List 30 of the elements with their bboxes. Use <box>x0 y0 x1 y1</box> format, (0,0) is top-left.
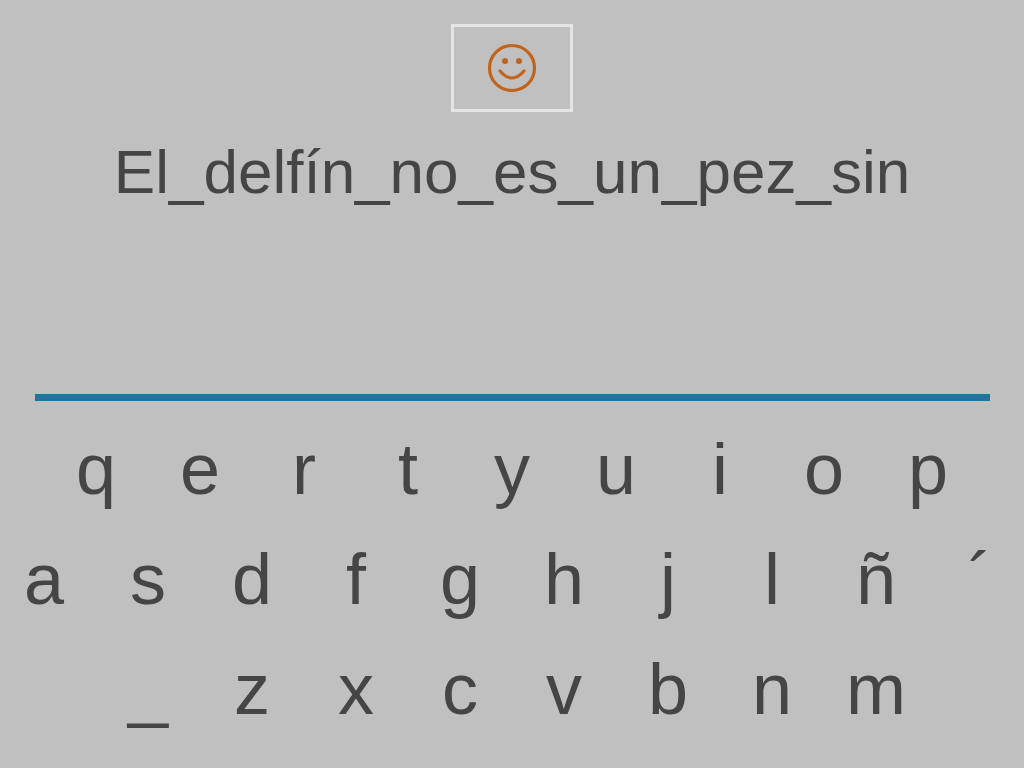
key[interactable]: t <box>356 421 460 517</box>
key[interactable]: r <box>252 421 356 517</box>
smiley-icon <box>487 43 537 93</box>
key[interactable]: s <box>96 531 200 627</box>
key[interactable]: v <box>512 641 616 737</box>
key[interactable]: h <box>512 531 616 627</box>
key[interactable]: b <box>616 641 720 737</box>
key[interactable]: ñ <box>824 531 928 627</box>
key[interactable]: f <box>304 531 408 627</box>
key[interactable]: o <box>772 421 876 517</box>
key[interactable]: m <box>824 641 928 737</box>
key[interactable]: a <box>0 531 96 627</box>
key[interactable]: q <box>44 421 148 517</box>
key[interactable]: ´ <box>928 531 1024 627</box>
key[interactable]: g <box>408 531 512 627</box>
key[interactable]: p <box>876 421 980 517</box>
key[interactable]: n <box>720 641 824 737</box>
key[interactable]: z <box>200 641 304 737</box>
key[interactable]: x <box>304 641 408 737</box>
sentence-text: El_delfín_no_es_un_pez_sin <box>113 136 911 208</box>
key[interactable]: u <box>564 421 668 517</box>
key[interactable]: j <box>616 531 720 627</box>
key[interactable]: d <box>200 531 304 627</box>
key[interactable]: _ <box>96 641 200 737</box>
key[interactable]: c <box>408 641 512 737</box>
key[interactable]: i <box>668 421 772 517</box>
key[interactable]: l <box>720 531 824 627</box>
hint-button[interactable] <box>451 24 573 112</box>
key[interactable]: y <box>460 421 564 517</box>
key[interactable]: e <box>148 421 252 517</box>
